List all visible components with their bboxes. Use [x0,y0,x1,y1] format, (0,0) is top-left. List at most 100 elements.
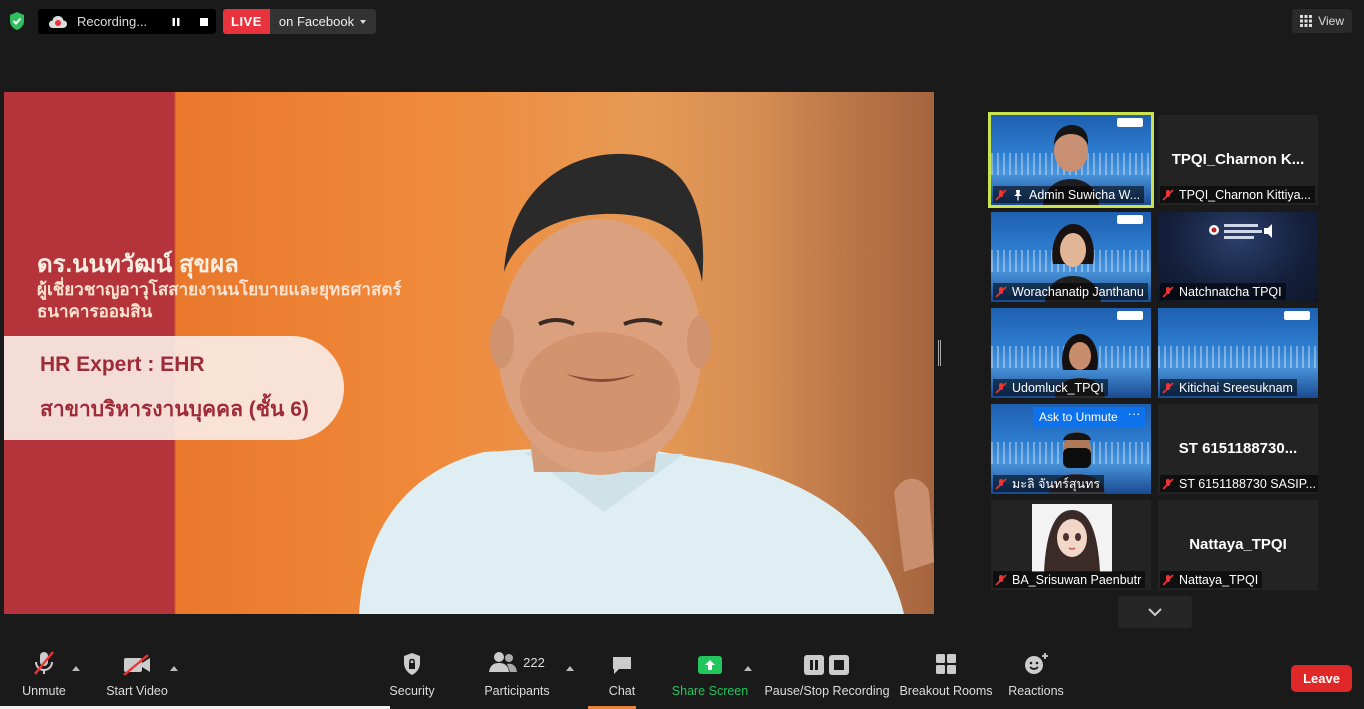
muted-mic-icon [34,651,54,675]
muted-mic-icon [995,188,1007,201]
start-video-button[interactable]: Start Video [104,642,170,706]
live-stream-control[interactable]: LIVE on Facebook [223,9,377,34]
participants-options-caret[interactable] [566,666,574,671]
participant-name-label: Udomluck_TPQI [993,379,1108,396]
chevron-down-icon [1148,607,1162,616]
pause-icon [172,17,180,26]
ask-to-unmute-button[interactable]: Ask to Unmute [1033,407,1124,427]
speaker-overlay-name: ดร.นนทวัฒน์ สุขผล [37,251,239,278]
live-destination-dropdown[interactable]: on Facebook [269,9,377,34]
pause-stop-icon [804,655,849,675]
participant-name-label: Admin Suwicha W... [993,186,1145,203]
grid-view-icon [1300,15,1313,27]
recording-indicator: Recording... [38,9,216,34]
start-video-label: Start Video [106,684,168,698]
participant-tile[interactable]: Natchnatcha TPQI [1158,212,1318,302]
recording-label: Recording... [77,14,148,29]
participants-icon [489,652,518,672]
participants-label: Participants [484,684,550,698]
participant-name: Udomluck_TPQI [1012,380,1104,395]
pause-recording-button[interactable] [165,11,187,33]
participant-name: Worachanatip Janthanu [1012,284,1144,299]
muted-mic-icon [995,477,1007,490]
participant-tile[interactable]: Kitichai Sreesuknam [1158,308,1318,398]
participant-display-name: ST 6151188730... [1178,440,1298,457]
breakout-rooms-label: Breakout Rooms [899,684,993,698]
participant-name: Admin Suwicha W... [1029,187,1141,202]
participant-name-label: มะลิ จันทร์สุนทร [993,475,1105,492]
participant-display-name: TPQI_Charnon K... [1171,151,1305,168]
participant-name-label: BA_Srisuwan Paenbutr [993,571,1146,588]
chat-label: Chat [608,684,636,698]
muted-mic-icon [1162,285,1174,298]
reactions-button[interactable]: Reactions [1008,642,1064,706]
participant-name-label: Kitichai Sreesuknam [1160,379,1297,396]
participant-tile[interactable]: Nattaya_TPQI Nattaya_TPQI [1158,500,1318,590]
breakout-rooms-button[interactable]: Breakout Rooms [899,642,993,706]
share-screen-icon [698,656,722,674]
participant-name: TPQI_Charnon Kittiya... [1179,187,1312,202]
meeting-toolbar: Unmute Start Video Security 222 Particip… [0,642,1364,709]
participant-name: มะลิ จันทร์สุนทร [1012,476,1101,491]
muted-mic-icon [1162,573,1174,586]
gallery-next-page-button[interactable] [1118,596,1192,628]
logo-banner [1284,311,1310,320]
unmute-label: Unmute [22,684,66,698]
participant-tile[interactable]: Worachanatip Janthanu [991,212,1151,302]
encryption-shield-icon[interactable] [8,11,26,31]
participants-button[interactable]: 222 Participants [484,642,550,706]
muted-mic-icon [1162,477,1174,490]
participant-tile[interactable]: Admin Suwicha W... [988,112,1154,208]
muted-mic-icon [995,381,1007,394]
stop-recording-button[interactable] [193,11,215,33]
chat-button[interactable]: Chat [602,642,642,706]
cloud-record-icon [49,15,67,28]
logo-banner [1117,215,1143,224]
share-screen-button[interactable]: Share Screen [672,642,748,706]
participant-name: ST 6151188730 SASIP... [1179,476,1316,491]
chevron-down-icon [360,19,367,24]
active-speaker-video[interactable]: ดร.นนทวัฒน์ สุขผล ผู้เชี่ยวชาญอาวุโสสายง… [4,92,934,614]
participant-tile[interactable]: Udomluck_TPQI [991,308,1151,398]
participant-tile[interactable]: ST 6151188730... ST 6151188730 SASIP... [1158,404,1318,494]
participant-name-label: Nattaya_TPQI [1160,571,1263,588]
participant-name-label: Natchnatcha TPQI [1160,283,1286,300]
unmute-button[interactable]: Unmute [18,642,70,706]
more-options-button[interactable]: ··· [1123,407,1145,427]
share-screen-label: Share Screen [671,684,749,698]
breakout-rooms-icon [936,654,956,674]
participant-name-label: TPQI_Charnon Kittiya... [1160,186,1316,203]
participant-name-label: ST 6151188730 SASIP... [1160,475,1318,492]
pause-stop-recording-label: Pause/Stop Recording [764,684,890,698]
security-label: Security [389,684,435,698]
muted-mic-icon [995,285,1007,298]
audio-options-caret[interactable] [72,666,80,671]
muted-mic-icon [995,573,1007,586]
logo-banner-icon [1209,224,1272,239]
logo-banner [1117,118,1143,127]
pause-stop-recording-button[interactable]: Pause/Stop Recording [764,642,890,706]
participant-name: Natchnatcha TPQI [1179,284,1282,299]
speaker-overlay-title: ผู้เชี่ยวชาญอาวุโสสายงานนโยบายและยุทธศาส… [37,279,402,323]
view-label: View [1318,14,1344,28]
security-button[interactable]: Security [386,642,438,706]
video-options-caret[interactable] [170,666,178,671]
muted-mic-icon [1162,381,1174,394]
reactions-icon [1025,653,1048,674]
reactions-label: Reactions [1008,684,1064,698]
live-destination-label: on Facebook [278,14,355,29]
participant-tile[interactable]: TPQI_Charnon K... TPQI_Charnon Kittiya..… [1158,115,1318,205]
logo-banner [1117,311,1143,320]
participants-count: 222 [523,654,545,670]
chat-icon [613,657,631,674]
live-badge: LIVE [223,9,270,34]
participant-name: Nattaya_TPQI [1179,572,1259,587]
video-off-icon [123,654,150,676]
share-options-caret[interactable] [744,666,752,671]
participant-tile[interactable]: Ask to Unmute ··· มะลิ จันทร์สุนทร [991,404,1151,494]
participant-tile[interactable]: BA_Srisuwan Paenbutr [991,500,1151,590]
avatar [1032,504,1112,572]
view-button[interactable]: View [1292,9,1352,33]
leave-button[interactable]: Leave [1291,665,1352,692]
panel-resize-handle[interactable] [938,340,941,366]
